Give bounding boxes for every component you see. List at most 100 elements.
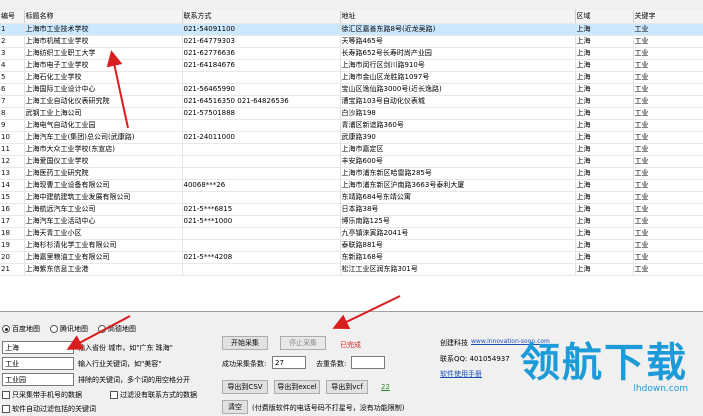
table-row[interactable]: 1 上海市工业技术学校 021-54091100 徐汇区嘉善东路8号(近龙吴路) 上海工… — [0, 23, 703, 36]
radio-gaode-map[interactable]: 高德地图 — [98, 324, 136, 334]
clear-button[interactable]: 清空 — [222, 400, 248, 414]
table-row[interactable]: 14 上海现曹工业设备有限公司 40068***26 上海市浦东新区沪南路3663号泰… — [0, 179, 703, 192]
table-cell: 上海 — [575, 71, 634, 84]
column-header[interactable]: 关键字 — [633, 10, 703, 24]
watermark-brand: 领航下载 — [520, 340, 688, 386]
table-cell: 上海中建航建筑工业发展有限公司 — [24, 191, 183, 204]
dup-count-label: 去重条数: — [316, 360, 347, 368]
table-cell — [182, 263, 341, 276]
table-row[interactable]: 20 上海嘉里粮油工业有限公司 021-5***4208 东新路168号 上海 工业 — [0, 251, 703, 264]
radio-baidu-map[interactable]: 百度地图 — [2, 324, 40, 334]
radio-tencent-map[interactable]: 腾讯地图 — [50, 324, 88, 334]
no-contact-filter-checkbox[interactable]: 过滤没有联系方式的数据 — [110, 390, 197, 400]
table-cell: 19 — [0, 239, 25, 252]
table-cell: 上海市电子工业学校 — [24, 59, 183, 72]
dup-count-field — [351, 356, 385, 369]
table-row[interactable]: 15 上海中建航建筑工业发展有限公司 东靖路684号东靖公寓 上海 工业 — [0, 191, 703, 204]
table-cell: 上海 — [575, 227, 634, 240]
table-row[interactable]: 21 上海紫东信息工业港 松江工业区润东路301号 上海 工业 — [0, 263, 703, 276]
table-row[interactable]: 17 上海汽车工业活动中心 021-5***1000 博乐南路125号 上海 工业 — [0, 215, 703, 228]
checkbox-icon — [2, 405, 10, 413]
table-cell: 上海汽车工业(集团)总公司(武康路) — [24, 131, 183, 144]
table-cell: 上海市金山区龙胜路1097号 — [340, 71, 576, 84]
table-cell: 上海 — [575, 35, 634, 48]
export-csv-button[interactable]: 导出到CSV — [222, 380, 268, 394]
map-radio-group: 百度地图 腾讯地图 高德地图 — [2, 324, 136, 334]
table-cell: 021-5***4208 — [182, 251, 341, 264]
table-row[interactable]: 16 上海航远汽车工业公司 021-5***6815 日本路38号 上海 工业 — [0, 203, 703, 216]
table-cell: 021-54091100 — [182, 23, 341, 36]
table-row[interactable]: 10 上海汽车工业(集团)总公司(武康路) 021-24011000 武康路390 上海… — [0, 131, 703, 144]
table-header-row: 编号 标题名称 联系方式 地址 区域 关键字 — [0, 10, 703, 24]
table-cell: 工业 — [633, 131, 703, 144]
table-cell: 工业 — [633, 59, 703, 72]
start-collect-button[interactable]: 开始采集 — [222, 336, 268, 350]
table-cell: 1 — [0, 23, 25, 36]
table-row[interactable]: 11 上海市大众工业学校(东宣店) 上海市嘉定区 上海 工业 — [0, 143, 703, 156]
industry-input[interactable] — [2, 357, 74, 370]
table-cell: 工业 — [633, 143, 703, 156]
export-count: 22 — [381, 383, 390, 391]
table-cell: 工业 — [633, 107, 703, 120]
table-cell: 徐汇区嘉善东路8号(近龙吴路) — [340, 23, 576, 36]
table-cell: 12 — [0, 155, 25, 168]
table-row[interactable]: 3 上海纺织工业职工大学 021-62776636 长寿路652号长寿时尚产业园 上海工… — [0, 47, 703, 60]
table-cell: 上海市大众工业学校(东宣店) — [24, 143, 183, 156]
column-header[interactable]: 区域 — [575, 10, 634, 24]
table-row[interactable]: 5 上海石化工业学校 上海市金山区龙胜路1097号 上海 工业 — [0, 71, 703, 84]
table-cell: 东靖路684号东靖公寓 — [340, 191, 576, 204]
table-cell: 上海爱国仪工业学校 — [24, 155, 183, 168]
table-cell: 上海 — [575, 263, 634, 276]
table-row[interactable]: 13 上海医药工业研究院 上海市浦东新区哈雷路285号 上海 工业 — [0, 167, 703, 180]
table-cell: 40068***26 — [182, 179, 341, 192]
exclude-input[interactable] — [2, 373, 74, 386]
table-cell: 021-57501888 — [182, 107, 341, 120]
table-row[interactable]: 4 上海市电子工业学校 021-64184676 上海市闵行区剑川路910号 上海 工业 — [0, 59, 703, 72]
table-cell: 上海 — [575, 95, 634, 108]
table-cell: 工业 — [633, 215, 703, 228]
table-cell: 工业 — [633, 251, 703, 264]
table-row[interactable]: 2 上海市机械工业学校 021-64779303 天等路465号 上海 工业 — [0, 35, 703, 48]
table-row[interactable]: 19 上海杉杉清化学工业有限公司 泰联路881号 上海 工业 — [0, 239, 703, 252]
table-cell: 10 — [0, 131, 25, 144]
table-cell — [182, 191, 341, 204]
watermark-site: lhdown.com — [633, 384, 688, 394]
table-cell — [182, 119, 341, 132]
table-cell: 021-24011000 — [182, 131, 341, 144]
table-row[interactable]: 9 上海电气自动化工业园 青浦区新谊路360号 上海 工业 — [0, 119, 703, 132]
column-header[interactable]: 联系方式 — [182, 10, 341, 24]
export-excel-button[interactable]: 导出到excel — [274, 380, 320, 394]
column-header[interactable]: 编号 — [0, 10, 25, 24]
stop-collect-button[interactable]: 停止采集 — [280, 336, 326, 350]
manual-link[interactable]: 软件使用手册 — [440, 369, 482, 379]
table-cell: 021-56465990 — [182, 83, 341, 96]
table-cell: 漕宝路103号自动化仪表城 — [340, 95, 576, 108]
table-row[interactable]: 18 上海天青工业小区 九亭镇涞寅路2041号 上海 工业 — [0, 227, 703, 240]
table-cell: 上海 — [575, 83, 634, 96]
table-cell: 上海市嘉定区 — [340, 143, 576, 156]
table-cell: 工业 — [633, 71, 703, 84]
table-row[interactable]: 12 上海爱国仪工业学校 丰安路600号 上海 工业 — [0, 155, 703, 168]
table-cell: 13 — [0, 167, 25, 180]
title-strip — [0, 0, 703, 10]
city-input[interactable] — [2, 341, 74, 354]
result-grid[interactable]: 编号 标题名称 联系方式 地址 区域 关键字 1 上海市工业技术学校 021-54091100… — [0, 10, 703, 312]
table-row[interactable]: 7 上海工业自动化仪表研究院 021-64516350 021-64826536 漕宝… — [0, 95, 703, 108]
company-name: 创建科技 — [440, 339, 468, 347]
table-cell: 021-62776636 — [182, 47, 341, 60]
table-cell: 上海石化工业学校 — [24, 71, 183, 84]
table-cell: 4 — [0, 59, 25, 72]
table-cell: 17 — [0, 215, 25, 228]
footer-note: (付费版软件的电话号码不打星号，没有功能限制) — [252, 404, 405, 412]
phone-only-checkbox[interactable]: 只采集带手机号的数据 — [2, 390, 82, 400]
export-vcf-button[interactable]: 导出到vcf — [326, 380, 368, 394]
table-cell: 20 — [0, 251, 25, 264]
table-row[interactable]: 6 上海国际工业设计中心 021-56465990 宝山区逸仙路3000号(近长逸路)… — [0, 83, 703, 96]
column-header[interactable]: 标题名称 — [24, 10, 183, 24]
table-cell: 日本路38号 — [340, 203, 576, 216]
table-cell: 上海工业自动化仪表研究院 — [24, 95, 183, 108]
column-header[interactable]: 地址 — [340, 10, 576, 24]
keyword-filter-checkbox[interactable]: 软件自动过滤包括的关键词 — [2, 404, 96, 414]
table-row[interactable]: 8 武钢工业上海公司 021-57501888 白沙路198 上海 工业 — [0, 107, 703, 120]
table-cell: 松江工业区润东路301号 — [340, 263, 576, 276]
